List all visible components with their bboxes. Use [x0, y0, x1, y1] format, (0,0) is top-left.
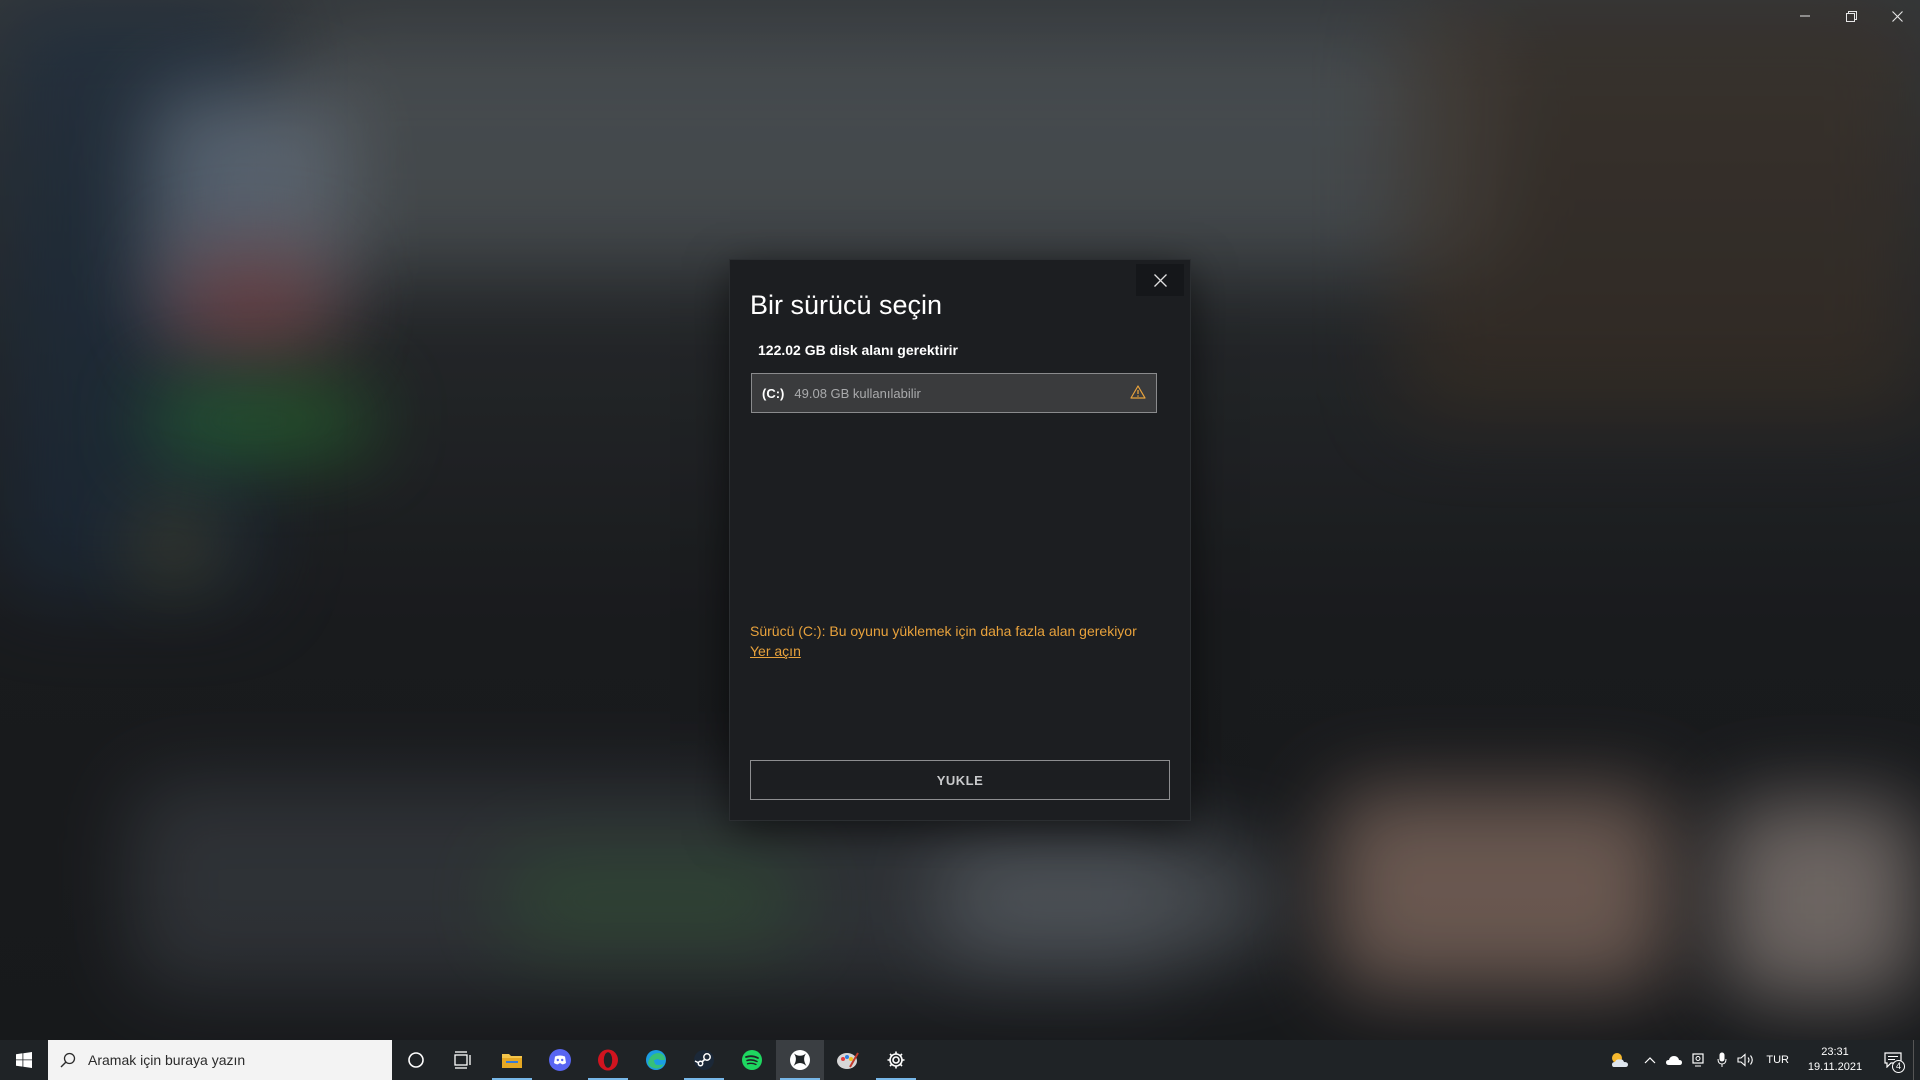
taskbar-spotify[interactable]	[728, 1040, 776, 1080]
spotify-icon	[742, 1050, 762, 1070]
drive-letter: (C:)	[762, 385, 785, 401]
taskbar-search[interactable]: Aramak için buraya yazın	[48, 1040, 392, 1080]
camera-status-button[interactable]	[1686, 1040, 1710, 1080]
input-language[interactable]: TUR	[1758, 1040, 1797, 1080]
steam-icon	[694, 1050, 714, 1070]
dialog-title: Bir sürücü seçin	[750, 290, 943, 320]
start-button[interactable]	[0, 1040, 48, 1080]
select-drive-dialog: Bir sürücü seçin 122.02 GB disk alanı ge…	[730, 260, 1190, 820]
weather-button[interactable]	[1602, 1040, 1638, 1080]
install-button[interactable]: YUKLE	[750, 760, 1170, 800]
taskbar-opera[interactable]	[584, 1040, 632, 1080]
folder-icon	[502, 1054, 522, 1068]
close-icon	[1891, 10, 1903, 22]
opera-icon	[598, 1049, 618, 1071]
minimize-button[interactable]	[1782, 0, 1828, 32]
show-hidden-icons-button[interactable]	[1638, 1040, 1662, 1080]
free-up-space-link[interactable]: Yer açın	[750, 643, 801, 659]
taskbar-paint[interactable]	[824, 1040, 872, 1080]
dialog-close-button[interactable]	[1136, 264, 1184, 296]
task-view-icon	[454, 1051, 471, 1069]
restore-button[interactable]	[1828, 0, 1874, 32]
taskbar-steam[interactable]	[680, 1040, 728, 1080]
show-desktop-button[interactable]	[1913, 1040, 1920, 1080]
taskbar-edge[interactable]	[632, 1040, 680, 1080]
close-window-button[interactable]	[1874, 0, 1920, 32]
clock-time: 23:31	[1821, 1046, 1849, 1058]
windows-icon	[16, 1052, 32, 1068]
search-placeholder: Aramak için buraya yazın	[88, 1052, 246, 1068]
taskbar-xbox[interactable]	[776, 1040, 824, 1080]
search-icon	[60, 1052, 76, 1068]
cortana-icon	[408, 1052, 424, 1068]
drive-free-space: 49.08 GB kullanılabilir	[794, 385, 921, 401]
taskbar-task-view[interactable]	[440, 1040, 488, 1080]
speaker-icon	[1737, 1053, 1754, 1067]
paint-icon	[837, 1052, 859, 1069]
close-icon	[1153, 273, 1167, 287]
insufficient-space-warning: Sürücü (C:): Bu oyunu yüklemek için daha…	[750, 623, 1137, 639]
clock-date: 19.11.2021	[1807, 1061, 1863, 1073]
weather-icon	[1612, 1053, 1629, 1067]
required-space-text: 122.02 GB disk alanı gerektirir	[758, 342, 958, 358]
onedrive-button[interactable]	[1662, 1040, 1686, 1080]
volume-button[interactable]	[1734, 1040, 1758, 1080]
chevron-up-icon	[1644, 1057, 1656, 1064]
clock[interactable]: 23:31 19.11.2021	[1797, 1045, 1873, 1075]
minimize-icon	[1800, 15, 1810, 17]
taskbar: Aramak için buraya yazın TUR 23:31 19.11…	[0, 1040, 1920, 1080]
window-controls	[1782, 0, 1920, 32]
notification-center-button[interactable]: 4	[1873, 1040, 1913, 1080]
taskbar-discord[interactable]	[536, 1040, 584, 1080]
drive-option-c[interactable]: (C:) 49.08 GB kullanılabilir	[751, 373, 1157, 413]
cloud-icon	[1666, 1056, 1683, 1065]
taskbar-settings[interactable]	[872, 1040, 920, 1080]
camera-icon	[1692, 1053, 1704, 1067]
warning-icon	[1130, 384, 1146, 402]
discord-icon	[549, 1049, 571, 1071]
notification-badge: 4	[1892, 1060, 1905, 1073]
system-tray: TUR 23:31 19.11.2021 4	[1602, 1040, 1920, 1080]
taskbar-file-explorer[interactable]	[488, 1040, 536, 1080]
gear-icon	[887, 1051, 905, 1069]
taskbar-cortana[interactable]	[392, 1040, 440, 1080]
xbox-icon	[790, 1050, 810, 1070]
edge-icon	[646, 1050, 666, 1070]
microphone-icon	[1717, 1052, 1727, 1067]
microphone-button[interactable]	[1710, 1040, 1734, 1080]
restore-icon	[1845, 10, 1857, 22]
